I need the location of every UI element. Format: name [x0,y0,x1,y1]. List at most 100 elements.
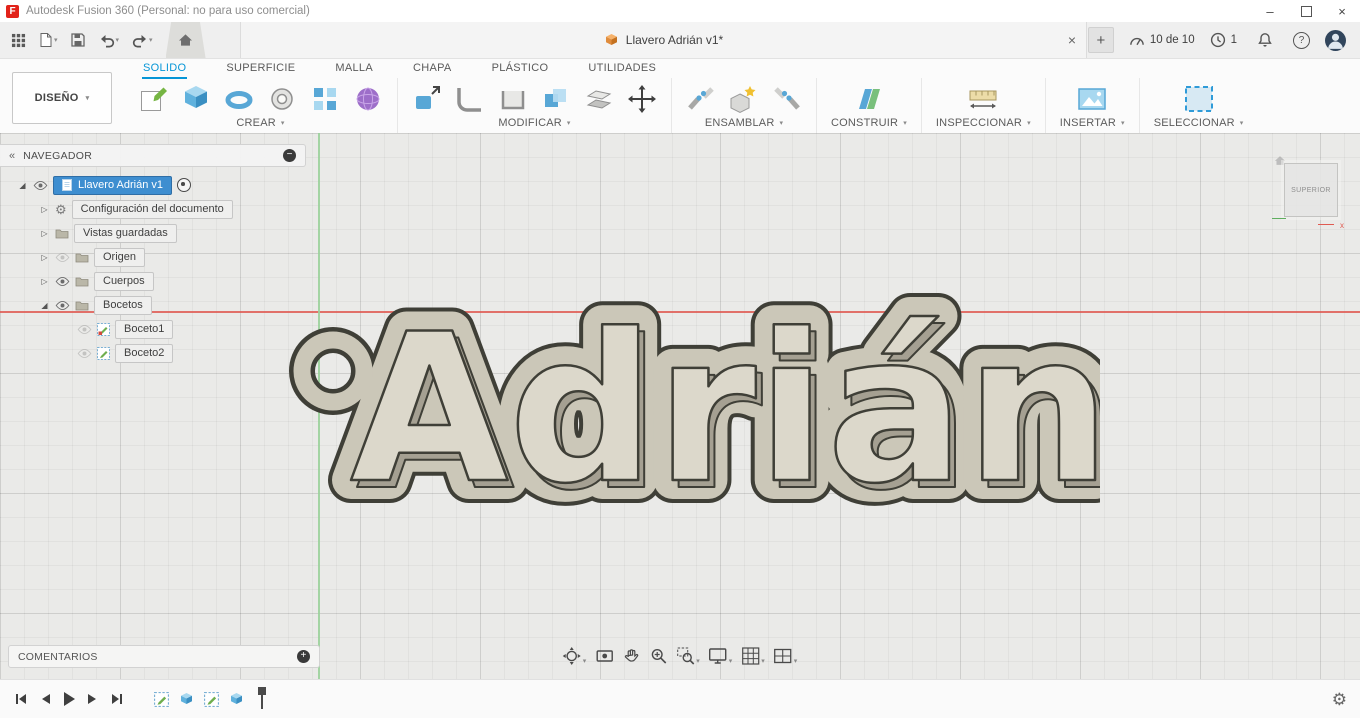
go-to-end-button[interactable] [110,692,124,706]
expander-closed-icon[interactable]: ▷ [39,229,50,238]
close-window-button[interactable]: × [1324,0,1360,22]
save-button[interactable] [65,22,91,58]
press-pull-icon[interactable] [412,84,442,114]
sketch2-item[interactable]: Boceto2 [115,344,173,363]
expander-open-icon[interactable]: ◢ [17,181,28,190]
keychain-model[interactable]: Adrián Adrián Adrián Adrián [280,283,1100,583]
visibility-eye-off-icon[interactable] [77,325,92,334]
tab-plastico[interactable]: PLÁSTICO [491,60,550,79]
navigator-header[interactable]: « NAVEGADOR − [0,144,306,167]
timeline-marker-handle[interactable] [258,687,266,695]
named-views-item[interactable]: Vistas guardadas [74,224,177,243]
viewports-button[interactable]: ▾ [774,647,798,665]
sketch1-item[interactable]: Boceto1 [115,320,173,339]
measure-icon[interactable] [967,84,999,114]
play-button[interactable] [62,691,76,707]
go-to-start-button[interactable] [14,692,28,706]
minimize-panel-button[interactable]: − [283,149,296,162]
construir-dropdown[interactable]: CONSTRUIR ▾ [831,117,907,129]
origin-item[interactable]: Origen [94,248,145,267]
root-component-item[interactable]: Llavero Adrián v1 [53,176,172,195]
timeline-sketch-icon[interactable] [204,692,219,707]
joint-icon[interactable] [686,84,716,114]
tab-malla[interactable]: MALLA [334,60,374,79]
tree-row-bodies[interactable]: ▷ Cuerpos [0,269,306,293]
tree-row-root[interactable]: ◢ Llavero Adrián v1 [0,173,306,197]
visibility-eye-off-icon[interactable] [77,349,92,358]
home-tab-button[interactable] [166,22,206,58]
box-primitive-icon[interactable] [181,84,211,114]
timeline-extrude-icon[interactable] [179,692,194,707]
viewcube[interactable]: SUPERIOR [1284,163,1338,217]
tab-chapa[interactable]: CHAPA [412,60,453,79]
timeline-position-marker[interactable] [261,689,263,709]
insertar-dropdown[interactable]: INSERTAR ▾ [1060,117,1125,129]
new-document-tab-button[interactable]: + [1088,27,1114,53]
step-forward-button[interactable] [87,692,99,706]
grid-snap-button[interactable]: ▾ [741,647,765,665]
tree-row-sketch2[interactable]: Boceto2 [0,341,306,365]
tree-row-sketches[interactable]: ◢ Bocetos [0,293,306,317]
modificar-dropdown[interactable]: MODIFICAR ▾ [498,117,570,129]
tree-row-sketch1[interactable]: Boceto1 [0,317,306,341]
tree-row-origin[interactable]: ▷ Origen [0,245,306,269]
visibility-eye-icon[interactable] [55,301,70,310]
viewport-canvas[interactable]: Adrián Adrián Adrián Adrián « NAVEGADOR … [0,133,1360,680]
create-sketch-icon[interactable] [138,84,168,114]
document-tab[interactable]: Llavero Adrián v1* × [240,22,1087,58]
bell-button[interactable] [1252,22,1278,58]
visibility-eye-off-icon[interactable] [55,253,70,262]
tab-superficie[interactable]: SUPERFICIE [225,60,296,79]
combine-icon[interactable] [541,84,571,114]
bodies-item[interactable]: Cuerpos [94,272,154,291]
tab-utilidades[interactable]: UTILIDADES [587,60,657,79]
seleccionar-dropdown[interactable]: SELECCIONAR ▾ [1154,117,1244,129]
pan-button[interactable] [622,647,640,665]
activate-component-radio[interactable] [177,178,191,192]
visibility-eye-icon[interactable] [33,181,48,190]
visibility-eye-icon[interactable] [55,277,70,286]
pattern-icon[interactable] [310,84,340,114]
undo-button[interactable]: ▾ [93,22,125,58]
timeline-extrude-icon[interactable] [229,692,244,707]
add-comment-button[interactable]: + [297,650,310,663]
sketches-folder-item[interactable]: Bocetos [94,296,152,315]
fit-button[interactable]: ▾ [676,647,700,665]
new-component-icon[interactable] [729,84,759,114]
as-built-joint-icon[interactable] [772,84,802,114]
app-grid-button[interactable] [6,22,31,58]
ensamblar-dropdown[interactable]: ENSAMBLAR ▾ [705,117,783,129]
form-sphere-icon[interactable] [353,84,383,114]
tab-solido[interactable]: SOLIDO [142,60,187,79]
minimize-button[interactable]: – [1252,0,1288,22]
step-back-button[interactable] [39,692,51,706]
tree-row-named-views[interactable]: ▷ Vistas guardadas [0,221,306,245]
maximize-button[interactable] [1288,0,1324,22]
viewcube-top-face[interactable]: SUPERIOR [1291,187,1331,194]
timeline-settings-gear-icon[interactable]: ⚙ [1332,691,1360,708]
notifications-clock-button[interactable]: 1 [1210,32,1237,48]
expander-closed-icon[interactable]: ▷ [39,277,50,286]
select-window-icon[interactable] [1182,83,1216,115]
inspeccionar-dropdown[interactable]: INSPECCIONAR ▾ [936,117,1031,129]
workspace-selector[interactable]: DISEÑO ▾ [12,72,112,124]
collapse-panel-icon[interactable]: « [9,150,14,162]
display-settings-button[interactable]: ▾ [709,647,733,665]
expander-closed-icon[interactable]: ▷ [39,253,50,262]
user-avatar[interactable] [1325,30,1346,51]
offset-face-icon[interactable] [584,84,614,114]
torus-revolve-icon[interactable] [224,84,254,114]
expander-closed-icon[interactable]: ▷ [39,205,50,214]
fillet-icon[interactable] [455,84,485,114]
orbit-button[interactable]: ▾ [563,647,587,665]
shell-icon[interactable] [498,84,528,114]
help-button[interactable]: ? [1293,32,1310,49]
expander-open-icon[interactable]: ◢ [39,301,50,310]
cylinder-icon[interactable] [267,84,297,114]
document-settings-item[interactable]: Configuración del documento [72,200,233,219]
timeline-sketch-icon[interactable] [154,692,169,707]
zoom-button[interactable] [649,647,667,665]
construction-plane-icon[interactable] [853,84,885,114]
file-menu-button[interactable]: ▾ [33,22,63,58]
job-status-button[interactable]: 10 de 10 [1129,32,1195,48]
